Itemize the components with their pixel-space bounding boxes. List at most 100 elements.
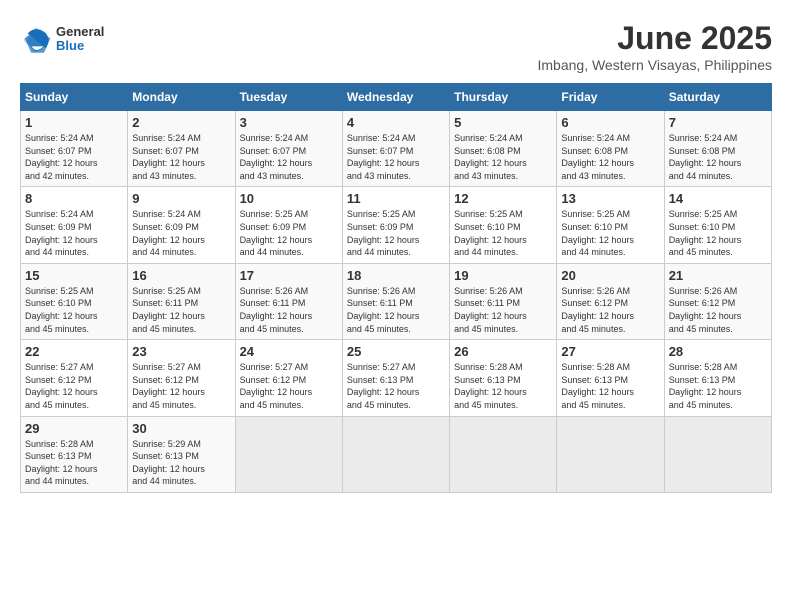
calendar-week-0: 1 Sunrise: 5:24 AM Sunset: 6:07 PM Daylig… <box>21 111 772 187</box>
day-number: 16 <box>132 268 230 283</box>
calendar-cell <box>557 416 664 492</box>
calendar-week-4: 29 Sunrise: 5:28 AM Sunset: 6:13 PM Dayli… <box>21 416 772 492</box>
day-info: Sunrise: 5:27 AM Sunset: 6:12 PM Dayligh… <box>132 361 230 411</box>
day-number: 28 <box>669 344 767 359</box>
calendar-cell: 2 Sunrise: 5:24 AM Sunset: 6:07 PM Daylig… <box>128 111 235 187</box>
calendar-cell: 3Sunrise: 5:24 AM Sunset: 6:07 PM Daylig… <box>235 111 342 187</box>
calendar-cell: 6 Sunrise: 5:24 AM Sunset: 6:08 PM Daylig… <box>557 111 664 187</box>
calendar-cell: 24 Sunrise: 5:27 AM Sunset: 6:12 PM Dayli… <box>235 340 342 416</box>
logo-general: General Blue <box>56 20 116 61</box>
day-info: Sunrise: 5:24 AM Sunset: 6:09 PM Dayligh… <box>25 208 123 258</box>
calendar-cell: 5 Sunrise: 5:24 AM Sunset: 6:08 PM Daylig… <box>450 111 557 187</box>
day-number: 3 <box>240 115 338 130</box>
weekday-header-tuesday: Tuesday <box>235 84 342 111</box>
day-number: 24 <box>240 344 338 359</box>
day-info: Sunrise: 5:25 AM Sunset: 6:10 PM Dayligh… <box>454 208 552 258</box>
calendar-week-1: 8 Sunrise: 5:24 AM Sunset: 6:09 PM Daylig… <box>21 187 772 263</box>
header: General Blue June 2025 Imbang, Western V… <box>20 20 772 73</box>
weekday-header-monday: Monday <box>128 84 235 111</box>
calendar-week-3: 22Sunrise: 5:27 AM Sunset: 6:12 PM Dayli… <box>21 340 772 416</box>
calendar-cell: 8 Sunrise: 5:24 AM Sunset: 6:09 PM Daylig… <box>21 187 128 263</box>
calendar-body: 1 Sunrise: 5:24 AM Sunset: 6:07 PM Daylig… <box>21 111 772 493</box>
svg-text:General: General <box>56 24 104 39</box>
day-info: Sunrise: 5:28 AM Sunset: 6:13 PM Dayligh… <box>669 361 767 411</box>
calendar-cell: 22Sunrise: 5:27 AM Sunset: 6:12 PM Dayli… <box>21 340 128 416</box>
weekday-header-saturday: Saturday <box>664 84 771 111</box>
day-info: Sunrise: 5:24 AM Sunset: 6:08 PM Dayligh… <box>561 132 659 182</box>
weekday-header-sunday: Sunday <box>21 84 128 111</box>
logo-icon <box>20 24 52 56</box>
calendar-cell: 30 Sunrise: 5:29 AM Sunset: 6:13 PM Dayli… <box>128 416 235 492</box>
day-info: Sunrise: 5:26 AM Sunset: 6:11 PM Dayligh… <box>347 285 445 335</box>
day-number: 20 <box>561 268 659 283</box>
calendar-cell: 4 Sunrise: 5:24 AM Sunset: 6:07 PM Daylig… <box>342 111 449 187</box>
weekday-header-thursday: Thursday <box>450 84 557 111</box>
calendar-cell: 16Sunrise: 5:25 AM Sunset: 6:11 PM Dayli… <box>128 263 235 339</box>
calendar-cell: 7Sunrise: 5:24 AM Sunset: 6:08 PM Daylig… <box>664 111 771 187</box>
calendar-cell: 15 Sunrise: 5:25 AM Sunset: 6:10 PM Dayli… <box>21 263 128 339</box>
day-info: Sunrise: 5:25 AM Sunset: 6:10 PM Dayligh… <box>669 208 767 258</box>
day-number: 29 <box>25 421 123 436</box>
day-info: Sunrise: 5:26 AM Sunset: 6:11 PM Dayligh… <box>454 285 552 335</box>
calendar-cell: 28 Sunrise: 5:28 AM Sunset: 6:13 PM Dayli… <box>664 340 771 416</box>
weekday-header-wednesday: Wednesday <box>342 84 449 111</box>
day-number: 1 <box>25 115 123 130</box>
day-number: 5 <box>454 115 552 130</box>
day-number: 19 <box>454 268 552 283</box>
day-number: 15 <box>25 268 123 283</box>
day-number: 8 <box>25 191 123 206</box>
day-info: Sunrise: 5:26 AM Sunset: 6:11 PM Dayligh… <box>240 285 338 335</box>
day-info: Sunrise: 5:25 AM Sunset: 6:10 PM Dayligh… <box>25 285 123 335</box>
calendar-week-2: 15 Sunrise: 5:25 AM Sunset: 6:10 PM Dayli… <box>21 263 772 339</box>
day-number: 14 <box>669 191 767 206</box>
calendar-cell: 21Sunrise: 5:26 AM Sunset: 6:12 PM Dayli… <box>664 263 771 339</box>
day-number: 13 <box>561 191 659 206</box>
weekday-header-row: SundayMondayTuesdayWednesdayThursdayFrid… <box>21 84 772 111</box>
calendar-cell: 9Sunrise: 5:24 AM Sunset: 6:09 PM Daylig… <box>128 187 235 263</box>
day-info: Sunrise: 5:24 AM Sunset: 6:08 PM Dayligh… <box>669 132 767 182</box>
calendar-cell: 19 Sunrise: 5:26 AM Sunset: 6:11 PM Dayli… <box>450 263 557 339</box>
calendar-cell: 27 Sunrise: 5:28 AM Sunset: 6:13 PM Dayli… <box>557 340 664 416</box>
day-number: 4 <box>347 115 445 130</box>
day-info: Sunrise: 5:29 AM Sunset: 6:13 PM Dayligh… <box>132 438 230 488</box>
day-info: Sunrise: 5:27 AM Sunset: 6:13 PM Dayligh… <box>347 361 445 411</box>
day-info: Sunrise: 5:24 AM Sunset: 6:07 PM Dayligh… <box>25 132 123 182</box>
day-number: 10 <box>240 191 338 206</box>
day-number: 9 <box>132 191 230 206</box>
calendar-cell <box>664 416 771 492</box>
day-info: Sunrise: 5:26 AM Sunset: 6:12 PM Dayligh… <box>561 285 659 335</box>
day-number: 26 <box>454 344 552 359</box>
day-info: Sunrise: 5:27 AM Sunset: 6:12 PM Dayligh… <box>240 361 338 411</box>
calendar-cell: 29 Sunrise: 5:28 AM Sunset: 6:13 PM Dayli… <box>21 416 128 492</box>
day-number: 18 <box>347 268 445 283</box>
day-info: Sunrise: 5:25 AM Sunset: 6:10 PM Dayligh… <box>561 208 659 258</box>
day-info: Sunrise: 5:25 AM Sunset: 6:09 PM Dayligh… <box>240 208 338 258</box>
calendar-cell: 12 Sunrise: 5:25 AM Sunset: 6:10 PM Dayli… <box>450 187 557 263</box>
day-info: Sunrise: 5:24 AM Sunset: 6:07 PM Dayligh… <box>132 132 230 182</box>
location-subtitle: Imbang, Western Visayas, Philippines <box>538 57 773 73</box>
day-info: Sunrise: 5:26 AM Sunset: 6:12 PM Dayligh… <box>669 285 767 335</box>
day-info: Sunrise: 5:28 AM Sunset: 6:13 PM Dayligh… <box>561 361 659 411</box>
calendar-cell: 10 Sunrise: 5:25 AM Sunset: 6:09 PM Dayli… <box>235 187 342 263</box>
day-number: 6 <box>561 115 659 130</box>
day-number: 12 <box>454 191 552 206</box>
calendar-cell <box>235 416 342 492</box>
day-number: 27 <box>561 344 659 359</box>
day-info: Sunrise: 5:24 AM Sunset: 6:07 PM Dayligh… <box>347 132 445 182</box>
day-info: Sunrise: 5:27 AM Sunset: 6:12 PM Dayligh… <box>25 361 123 411</box>
day-number: 2 <box>132 115 230 130</box>
day-info: Sunrise: 5:28 AM Sunset: 6:13 PM Dayligh… <box>454 361 552 411</box>
day-number: 30 <box>132 421 230 436</box>
calendar-cell: 13 Sunrise: 5:25 AM Sunset: 6:10 PM Dayli… <box>557 187 664 263</box>
calendar-table: SundayMondayTuesdayWednesdayThursdayFrid… <box>20 83 772 493</box>
calendar-cell: 23 Sunrise: 5:27 AM Sunset: 6:12 PM Dayli… <box>128 340 235 416</box>
day-info: Sunrise: 5:25 AM Sunset: 6:09 PM Dayligh… <box>347 208 445 258</box>
day-info: Sunrise: 5:24 AM Sunset: 6:08 PM Dayligh… <box>454 132 552 182</box>
calendar-cell: 26 Sunrise: 5:28 AM Sunset: 6:13 PM Dayli… <box>450 340 557 416</box>
calendar-cell <box>450 416 557 492</box>
calendar-cell: 20 Sunrise: 5:26 AM Sunset: 6:12 PM Dayli… <box>557 263 664 339</box>
day-number: 23 <box>132 344 230 359</box>
calendar-cell: 1 Sunrise: 5:24 AM Sunset: 6:07 PM Daylig… <box>21 111 128 187</box>
calendar-cell: 17Sunrise: 5:26 AM Sunset: 6:11 PM Dayli… <box>235 263 342 339</box>
day-info: Sunrise: 5:28 AM Sunset: 6:13 PM Dayligh… <box>25 438 123 488</box>
